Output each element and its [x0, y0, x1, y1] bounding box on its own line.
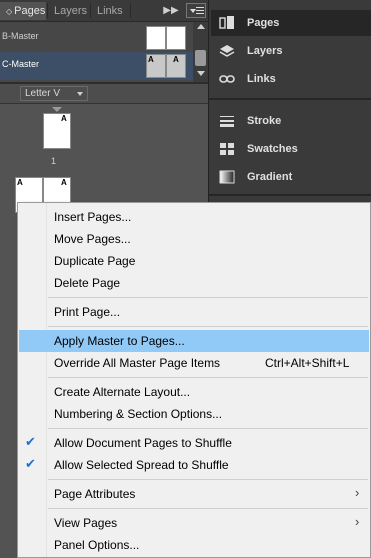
- pages-icon: [219, 16, 234, 29]
- dock-item-links[interactable]: Links: [211, 66, 371, 92]
- menu-separator: [48, 479, 368, 480]
- panel-menu-button[interactable]: [186, 3, 206, 18]
- dock-separator: [209, 194, 371, 196]
- menu-item-override-master-items[interactable]: Override All Master Page Items Ctrl+Alt+…: [19, 352, 369, 374]
- checkmark-icon: ✔: [25, 434, 36, 449]
- menu-separator: [48, 297, 368, 298]
- dock-label: Layers: [247, 45, 283, 57]
- menu-item-insert-pages[interactable]: Insert Pages...: [19, 206, 369, 228]
- pages-context-menu: Insert Pages... Move Pages... Duplicate …: [17, 202, 371, 558]
- dock-separator: [209, 98, 371, 100]
- tab-pages[interactable]: ◇ Pages: [0, 2, 46, 20]
- checkmark-icon: ✔: [25, 456, 36, 471]
- page-size-select[interactable]: Letter V: [20, 86, 88, 101]
- page-master-prefix: A: [61, 114, 67, 123]
- page-thumbnail[interactable]: A: [43, 113, 71, 149]
- menu-item-allow-document-pages-shuffle[interactable]: ✔ Allow Document Pages to Shuffle: [19, 432, 369, 454]
- masters-scrollbar[interactable]: [193, 22, 208, 82]
- page-number: 1: [51, 156, 57, 166]
- panel-tab-bar: ◇ Pages Layers Links ▶▶: [0, 0, 208, 22]
- swatches-icon: [220, 143, 234, 155]
- dock-label: Links: [247, 73, 276, 85]
- master-thumbnail-right: [166, 26, 186, 50]
- menu-item-label: Create Alternate Layout...: [54, 385, 191, 399]
- menu-item-label: Insert Pages...: [54, 210, 132, 224]
- panel-menu-icon: [190, 9, 196, 13]
- menu-item-allow-selected-spread-shuffle[interactable]: ✔ Allow Selected Spread to Shuffle: [19, 454, 369, 476]
- collapse-arrows-icon: ◇: [6, 7, 13, 16]
- page-insert-marker: [52, 107, 62, 112]
- tab-pages-label: Pages: [14, 5, 46, 17]
- menu-item-shortcut: Ctrl+Alt+Shift+L: [265, 356, 350, 370]
- page-size-value: Letter V: [25, 88, 61, 99]
- master-thumbnail-left: [146, 26, 166, 50]
- tab-links[interactable]: Links: [91, 2, 129, 20]
- menu-item-apply-master[interactable]: Apply Master to Pages...: [19, 330, 369, 352]
- menu-separator: [48, 428, 368, 429]
- master-label: C-Master: [2, 59, 40, 69]
- stroke-icon: [220, 116, 234, 127]
- page-master-prefix: A: [17, 178, 23, 187]
- menu-item-label: Panel Options...: [54, 538, 140, 552]
- master-prefix: A: [173, 55, 179, 64]
- menu-item-print-page[interactable]: Print Page...: [19, 301, 369, 323]
- menu-item-label: Move Pages...: [54, 232, 131, 246]
- menu-item-label: Delete Page: [54, 276, 121, 290]
- master-prefix: A: [148, 55, 154, 64]
- menu-item-label: Duplicate Page: [54, 254, 136, 268]
- master-row-b[interactable]: B-Master: [0, 24, 193, 52]
- dock-item-stroke[interactable]: Stroke: [211, 108, 371, 134]
- master-label: B-Master: [2, 31, 39, 41]
- masters-section: B-Master C-Master A A: [0, 22, 208, 82]
- submenu-arrow-icon: ›: [355, 485, 360, 500]
- tab-layers[interactable]: Layers: [48, 2, 93, 20]
- menu-item-numbering-section-options[interactable]: Numbering & Section Options...: [19, 403, 369, 425]
- chevron-down-icon: [77, 92, 83, 96]
- menu-item-view-pages[interactable]: View Pages ›: [19, 512, 369, 534]
- links-icon: [219, 75, 235, 83]
- dock-item-gradient[interactable]: Gradient: [211, 164, 371, 190]
- scroll-down-arrow-icon[interactable]: [197, 71, 205, 76]
- menu-item-label: Allow Document Pages to Shuffle: [54, 436, 232, 450]
- menu-item-move-pages[interactable]: Move Pages...: [19, 228, 369, 250]
- dock-label: Pages: [247, 17, 280, 29]
- master-thumbnail-left: A: [146, 54, 166, 78]
- panel-menu-lines-icon: [196, 7, 204, 8]
- dock-label: Stroke: [247, 115, 282, 127]
- page-master-prefix: A: [61, 178, 67, 187]
- menu-separator: [48, 508, 368, 509]
- menu-item-duplicate-page[interactable]: Duplicate Page: [19, 250, 369, 272]
- menu-item-label: Page Attributes: [54, 487, 136, 501]
- menu-item-label: Apply Master to Pages...: [54, 334, 185, 348]
- menu-item-label: Override All Master Page Items: [54, 356, 221, 370]
- menu-item-panel-options[interactable]: Panel Options...: [19, 534, 369, 556]
- scroll-up-arrow-icon[interactable]: [197, 24, 205, 29]
- double-chevron-right-icon[interactable]: ▶▶: [160, 2, 182, 20]
- dock-item-pages[interactable]: Pages: [211, 10, 371, 36]
- dock-label: Gradient: [247, 171, 293, 183]
- menu-item-label: Allow Selected Spread to Shuffle: [54, 458, 229, 472]
- dock-label: Swatches: [247, 143, 298, 155]
- menu-item-label: Print Page...: [54, 305, 121, 319]
- menu-item-delete-page[interactable]: Delete Page: [19, 272, 369, 294]
- dock-item-swatches[interactable]: Swatches: [211, 136, 371, 162]
- gradient-icon: [219, 170, 235, 184]
- menu-separator: [48, 326, 368, 327]
- scrollbar-thumb[interactable]: [195, 50, 206, 66]
- menu-item-label: View Pages: [54, 516, 118, 530]
- menu-separator: [48, 377, 368, 378]
- master-row-c[interactable]: C-Master A A: [0, 52, 193, 80]
- master-thumbnail-right: A: [166, 54, 186, 78]
- dock-item-layers[interactable]: Layers: [211, 38, 371, 64]
- submenu-arrow-icon: ›: [355, 514, 360, 529]
- menu-item-page-attributes[interactable]: Page Attributes ›: [19, 483, 369, 505]
- tab-separator: [130, 3, 131, 18]
- page-size-row: Letter V: [0, 84, 208, 104]
- layers-icon: [219, 45, 235, 57]
- menu-item-create-alternate-layout[interactable]: Create Alternate Layout...: [19, 381, 369, 403]
- menu-item-label: Numbering & Section Options...: [54, 407, 223, 421]
